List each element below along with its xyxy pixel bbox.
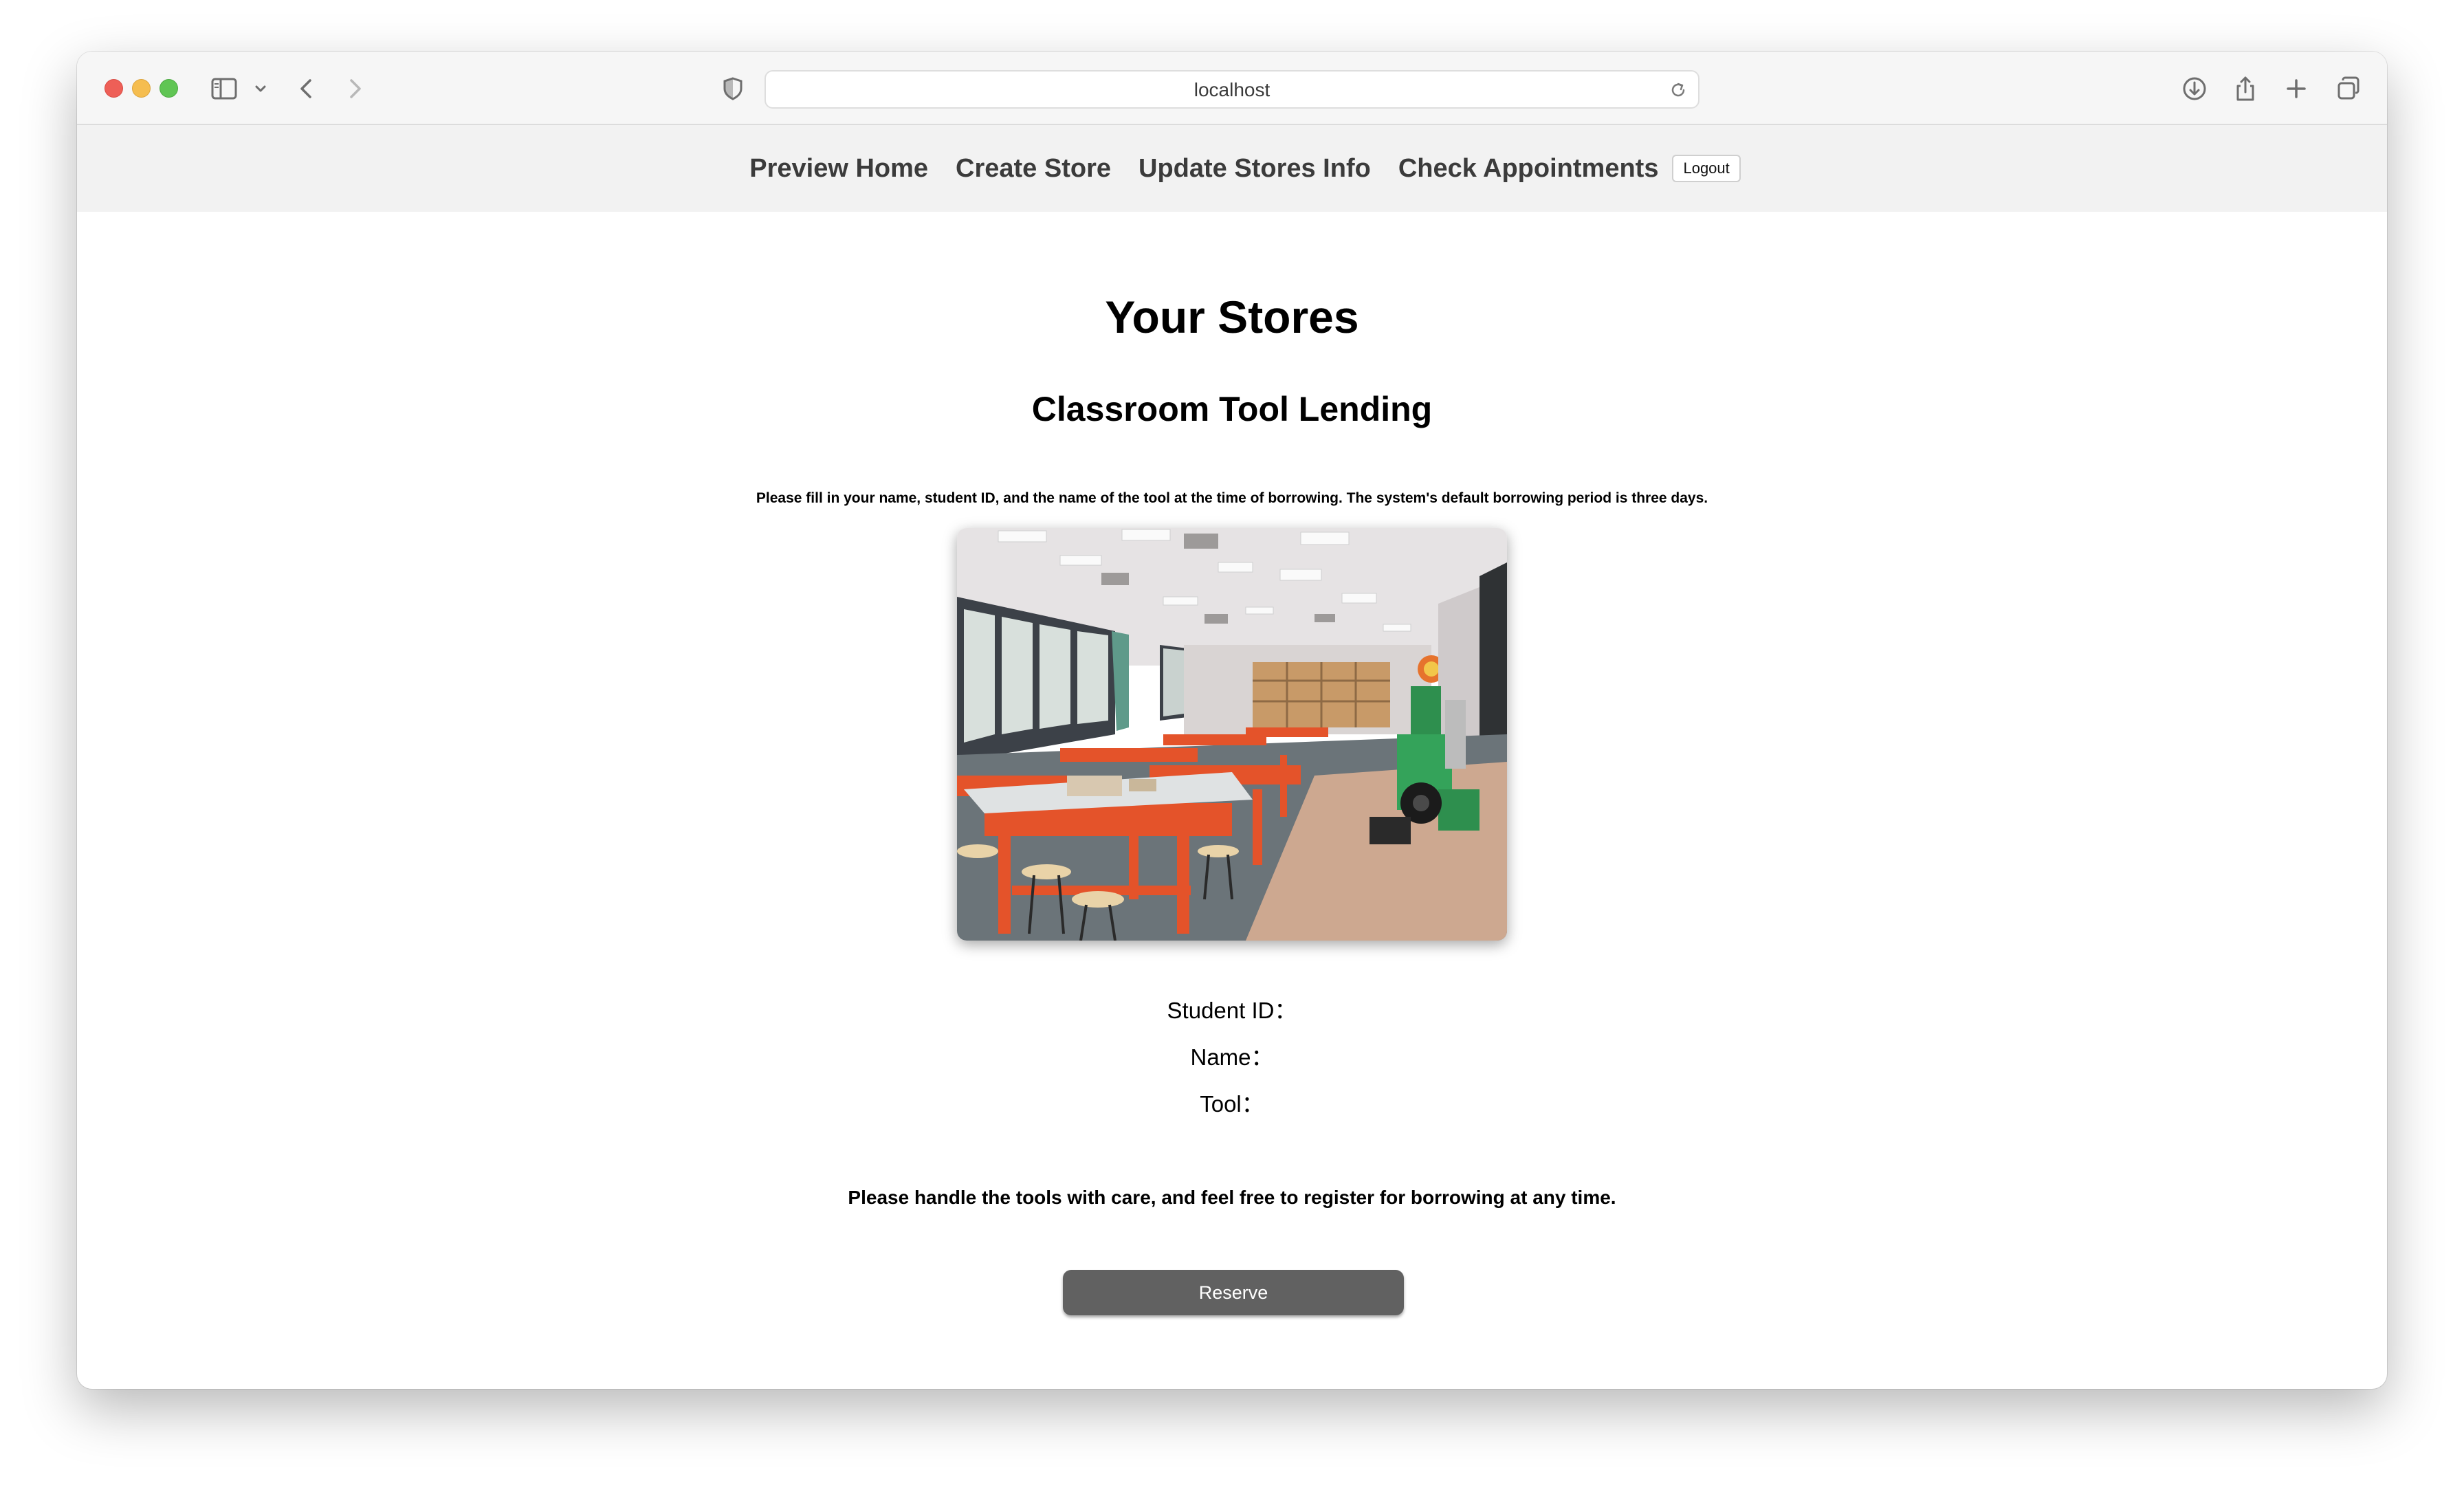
- chevron-down-icon[interactable]: [250, 72, 271, 105]
- new-tab-icon[interactable]: [2280, 72, 2313, 105]
- title-bar: localhost: [77, 52, 2387, 125]
- url-text: localhost: [1194, 79, 1270, 100]
- browser-window: localhost Preview Home Create Store Upda…: [77, 52, 2387, 1389]
- reserve-button[interactable]: Reserve: [1063, 1270, 1404, 1315]
- tool-label: Tool：: [1200, 1091, 1264, 1117]
- nav-check-appointments[interactable]: Check Appointments: [1398, 154, 1659, 184]
- page-title: Your Stores: [1105, 292, 1359, 342]
- student-id-label: Student ID：: [1167, 998, 1297, 1023]
- nav-links: Preview Home Create Store Update Stores …: [77, 125, 2387, 212]
- tabs-overview-icon[interactable]: [2332, 72, 2365, 105]
- sidebar-icon[interactable]: [208, 72, 241, 105]
- site-navbar: Preview Home Create Store Update Stores …: [77, 125, 2387, 212]
- store-name: Classroom Tool Lending: [1031, 390, 1433, 428]
- close-window-button[interactable]: [104, 79, 123, 98]
- care-note: Please handle the tools with care, and f…: [848, 1187, 1616, 1208]
- zoom-window-button[interactable]: [160, 79, 178, 98]
- store-description: Please fill in your name, student ID, an…: [756, 490, 1708, 506]
- main-content: Your Stores Classroom Tool Lending Pleas…: [77, 212, 2387, 1389]
- address-bar[interactable]: localhost: [764, 70, 1700, 109]
- name-label: Name：: [1190, 1044, 1274, 1070]
- store-photo: [957, 528, 1507, 941]
- nav-update-stores-info[interactable]: Update Stores Info: [1138, 154, 1371, 184]
- forward-icon[interactable]: [338, 72, 371, 105]
- shield-icon[interactable]: [716, 72, 749, 105]
- download-icon[interactable]: [2178, 72, 2211, 105]
- reload-icon[interactable]: [1668, 80, 1688, 100]
- nav-create-store[interactable]: Create Store: [956, 154, 1111, 184]
- logout-button[interactable]: Logout: [1672, 155, 1741, 182]
- minimize-window-button[interactable]: [132, 79, 151, 98]
- share-icon[interactable]: [2229, 72, 2262, 105]
- nav-preview-home[interactable]: Preview Home: [749, 154, 928, 184]
- back-icon[interactable]: [290, 72, 323, 105]
